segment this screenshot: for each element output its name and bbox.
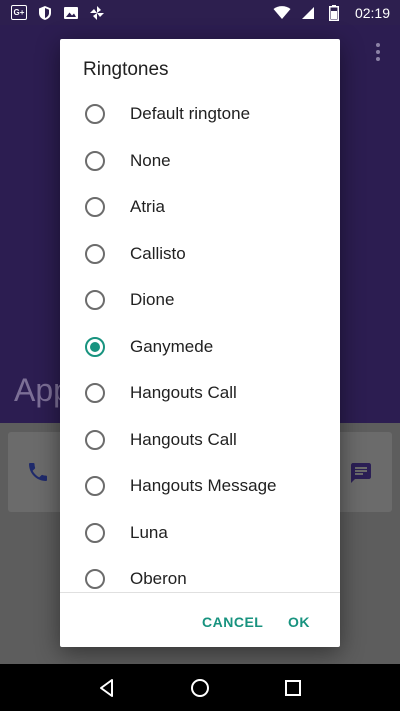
radio-button[interactable] xyxy=(85,243,105,264)
ringtone-option[interactable]: Default ringtone xyxy=(60,91,340,137)
ringtone-label: Ganymede xyxy=(130,336,214,356)
radio-button[interactable] xyxy=(85,476,105,496)
ringtone-option[interactable]: Callisto xyxy=(60,231,340,277)
signal-icon xyxy=(299,5,317,21)
ringtone-label: Default ringtone xyxy=(130,104,251,123)
ringtone-label: Hangouts Call xyxy=(130,383,237,402)
ringtone-label: Hangouts Call xyxy=(130,429,237,449)
back-icon[interactable] xyxy=(95,676,119,700)
ringtone-option[interactable]: None xyxy=(60,138,340,184)
ringtone-label: Hangouts Message xyxy=(130,476,277,495)
status-bar: G+ 02:19 xyxy=(0,0,400,25)
radio-button-checked[interactable] xyxy=(85,336,105,357)
cancel-button[interactable]: CANCEL xyxy=(202,614,263,630)
dialog-title: Ringtones xyxy=(83,59,169,80)
status-left-icons: G+ xyxy=(10,5,106,21)
ringtone-label: Callisto xyxy=(130,243,186,263)
navigation-bar xyxy=(0,664,400,711)
radio-button[interactable] xyxy=(85,569,105,589)
phone-icon xyxy=(29,463,47,481)
ringtones-dialog: Ringtones Default ringtone None Atria Ca… xyxy=(60,39,340,647)
image-icon xyxy=(62,5,80,21)
battery-icon xyxy=(325,4,343,21)
radio-button[interactable] xyxy=(85,522,105,543)
ringtone-option[interactable]: Atria xyxy=(60,184,340,230)
ringtone-label: Atria xyxy=(130,197,165,216)
ringtone-option[interactable]: Oberon xyxy=(60,556,340,593)
ringtone-option[interactable]: Dione xyxy=(60,277,340,323)
radio-button[interactable] xyxy=(85,290,105,310)
shield-icon xyxy=(36,5,54,21)
google-plus-icon: G+ xyxy=(10,5,28,21)
overflow-menu-icon xyxy=(376,43,380,61)
ringtone-option[interactable]: Luna xyxy=(60,510,340,556)
ringtone-option[interactable]: Hangouts Call xyxy=(60,370,340,416)
ringtone-label: Oberon xyxy=(130,569,187,588)
ringtone-option[interactable]: Hangouts Call xyxy=(60,417,340,463)
radio-button[interactable] xyxy=(85,197,105,217)
message-icon xyxy=(351,463,371,483)
dialog-divider xyxy=(60,592,340,593)
wifi-icon xyxy=(273,5,291,21)
ringtone-label: None xyxy=(130,150,171,170)
home-icon[interactable] xyxy=(188,676,212,700)
ringtone-label: Dione xyxy=(130,290,175,309)
radio-button[interactable] xyxy=(85,383,105,403)
radio-button[interactable] xyxy=(85,104,105,124)
radio-button[interactable] xyxy=(85,429,105,450)
ringtone-list[interactable]: Default ringtone None Atria Callisto Dio… xyxy=(60,91,340,593)
ok-button[interactable]: OK xyxy=(288,614,310,630)
radio-button[interactable] xyxy=(85,150,105,171)
pinwheel-icon xyxy=(88,5,106,21)
ringtone-label: Luna xyxy=(130,522,168,542)
recents-icon[interactable] xyxy=(281,676,305,700)
ringtone-option-selected[interactable]: Ganymede xyxy=(60,324,340,370)
status-right-icons: 02:19 xyxy=(273,4,390,21)
ringtone-option[interactable]: Hangouts Message xyxy=(60,463,340,509)
status-time: 02:19 xyxy=(354,4,390,21)
